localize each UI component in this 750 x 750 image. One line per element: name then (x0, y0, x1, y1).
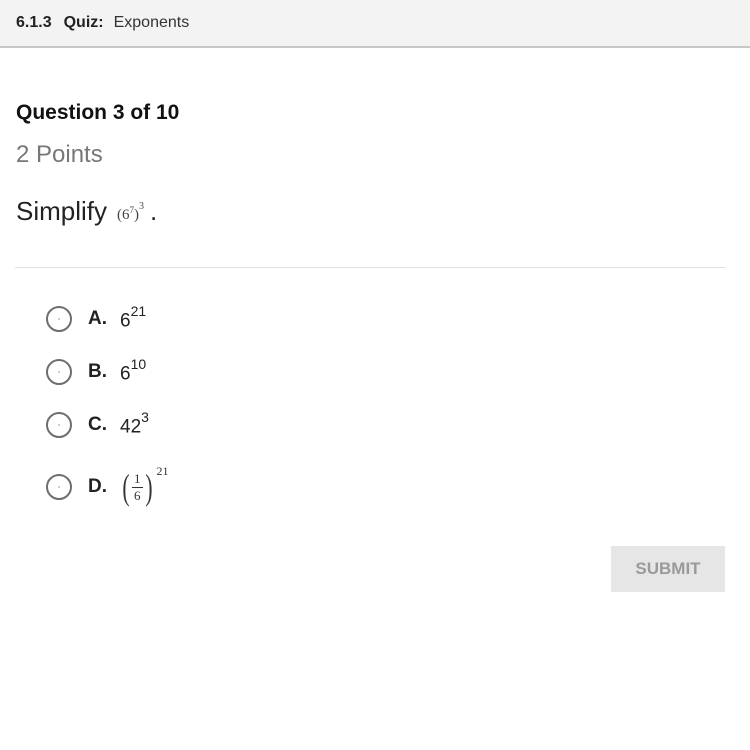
prompt-expression: (67)3 (117, 201, 145, 223)
option-value: 423 (120, 408, 149, 438)
option-a[interactable]: A. 621 (46, 302, 147, 334)
option-letter: C. (88, 414, 107, 435)
fraction-denominator: 6 (134, 487, 141, 503)
option-letter: A. (88, 308, 107, 329)
option-value: 610 (120, 355, 147, 385)
quiz-page: 6.1.3 Quiz: Exponents Question 3 of 10 2… (0, 0, 750, 750)
question-prompt: Simplify (67)3 . (16, 196, 157, 227)
option-b[interactable]: B. 610 (46, 355, 147, 387)
fraction-numerator: 1 (132, 470, 143, 488)
quiz-header: 6.1.3 Quiz: Exponents (0, 0, 750, 48)
question-heading: Question 3 of 10 (16, 101, 180, 124)
prompt-inner-exponent: 7 (129, 205, 135, 215)
radio-button-c[interactable] (46, 412, 72, 438)
option-letter: D. (88, 476, 107, 497)
quiz-title: Exponents (113, 14, 190, 31)
prompt-text: Simplify (16, 196, 108, 226)
fraction: 1 6 (132, 471, 143, 504)
radio-button-d[interactable] (46, 474, 72, 500)
option-letter: B. (88, 361, 107, 382)
option-value: 621 (120, 302, 147, 332)
question-points: 2 Points (16, 141, 103, 168)
submit-button[interactable]: SUBMIT (611, 546, 725, 592)
radio-button-b[interactable] (46, 359, 72, 385)
prompt-outer-exponent: 3 (139, 201, 145, 212)
quiz-label: Quiz: (63, 14, 104, 31)
radio-button-a[interactable] (46, 306, 72, 332)
quiz-number: 6.1.3 (16, 14, 52, 31)
option-c[interactable]: C. 423 (46, 408, 149, 440)
option-value: ( 1 6 ) 21 (122, 463, 169, 507)
divider (15, 267, 726, 268)
fraction-exponent: 21 (156, 463, 169, 478)
option-d[interactable]: D. ( 1 6 ) 21 (46, 463, 169, 507)
prompt-period: . (150, 196, 158, 226)
prompt-base: 6 (122, 207, 130, 223)
